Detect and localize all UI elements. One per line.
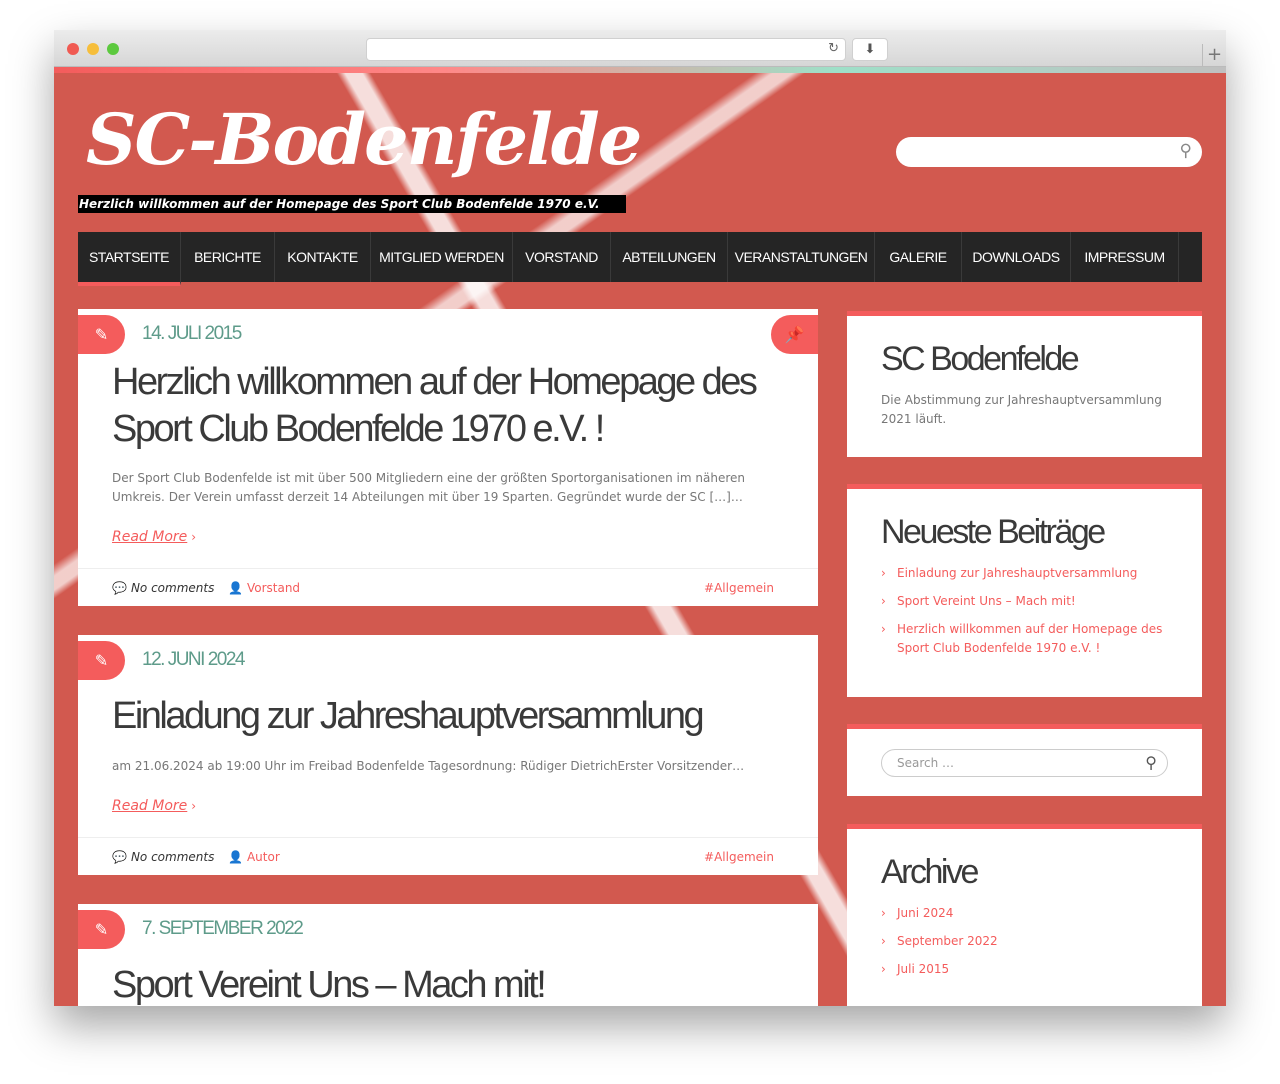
browser-titlebar: ↻ ⬇ + (54, 30, 1226, 67)
post-title[interactable]: Herzlich willkommen auf der Homepage des… (112, 359, 802, 453)
maximize-window-button[interactable] (107, 43, 119, 55)
nav-item-veranstaltungen[interactable]: VERANSTALTUNGEN (728, 232, 875, 282)
post-title[interactable]: Sport Vereint Uns – Mach mit! (112, 962, 802, 1006)
post-date: 14. JULI 2015 (142, 323, 242, 344)
archive-widget: Archive Juni 2024 September 2022 Juli 20… (847, 824, 1202, 1006)
comments-link[interactable]: 💬 No comments (112, 569, 214, 607)
chevron-right-icon: › (191, 799, 197, 813)
nav-item-kontakte[interactable]: KONTAKTE (275, 232, 371, 282)
widget-title: SC Bodenfelde (881, 340, 1080, 378)
widget-text: Die Abstimmung zur Jahreshauptversammlun… (881, 393, 1162, 426)
nav-item-vorstand[interactable]: VORSTAND (513, 232, 611, 282)
pencil-icon: ✎ (78, 910, 125, 949)
post-date: 7. SEPTEMBER 2022 (142, 918, 304, 939)
recent-post-link[interactable]: Einladung zur Jahreshauptversammlung (881, 564, 1168, 583)
archive-link[interactable]: September 2022 (881, 932, 1168, 951)
post-card: ✎ 7. SEPTEMBER 2022 Sport Vereint Uns – … (78, 904, 818, 1006)
about-widget: SC Bodenfelde Die Abstimmung zur Jahresh… (847, 311, 1202, 457)
close-window-button[interactable] (67, 43, 79, 55)
comments-icon: 💬 (112, 581, 127, 595)
category-link[interactable]: #Allgemein (704, 569, 774, 607)
author-label: Autor (246, 850, 280, 864)
nav-item-impressum[interactable]: IMPRESSUM (1071, 232, 1179, 282)
comments-link[interactable]: 💬 No comments (112, 838, 214, 876)
nav-item-abteilungen[interactable]: ABTEILUNGEN (611, 232, 728, 282)
post-date: 12. JUNI 2024 (142, 649, 245, 670)
search-placeholder: Search … (897, 756, 955, 770)
site-logo[interactable]: SC-Bodenfelde (86, 98, 642, 181)
comments-label: No comments (130, 581, 215, 595)
nav-item-berichte[interactable]: BERICHTE (181, 232, 275, 282)
read-more-link[interactable]: Read More › (112, 529, 196, 545)
search-widget: Search … ⚲ (847, 724, 1202, 796)
category-link[interactable]: #Allgemein (704, 838, 774, 876)
nav-item-galerie[interactable]: GALERIE (875, 232, 962, 282)
user-icon: 👤 (228, 850, 243, 864)
archive-link[interactable]: Juli 2015 (881, 960, 1168, 979)
header-search-input[interactable]: ⚲ (896, 137, 1202, 167)
nav-item-downloads[interactable]: DOWNLOADS (962, 232, 1071, 282)
address-bar[interactable]: ↻ (366, 38, 846, 61)
new-tab-button[interactable]: + (1202, 44, 1226, 67)
post-excerpt: am 21.06.2024 ab 19:00 Uhr im Freibad Bo… (112, 759, 745, 773)
recent-post-link[interactable]: Sport Vereint Uns – Mach mit! (881, 592, 1168, 611)
post-meta: 💬 No comments 👤 Vorstand #Allgemein (78, 568, 818, 606)
nav-item-startseite[interactable]: STARTSEITE (78, 232, 181, 286)
archive-link[interactable]: Juni 2024 (881, 904, 1168, 923)
widget-title: Archive (881, 853, 979, 891)
pin-icon: 📌 (771, 315, 818, 354)
author-link[interactable]: 👤 Autor (228, 838, 280, 876)
post-meta: 💬 No comments 👤 Autor #Allgemein (78, 837, 818, 875)
author-link[interactable]: 👤 Vorstand (228, 569, 300, 607)
comments-label: No comments (130, 850, 215, 864)
post-title[interactable]: Einladung zur Jahreshauptversammlung (112, 693, 802, 740)
search-icon[interactable]: ⚲ (1180, 141, 1192, 161)
browser-window: ↻ ⬇ + SC-Bodenfelde Herzlich willkommen … (54, 30, 1226, 1006)
main-nav: STARTSEITE BERICHTE KONTAKTE MITGLIED WE… (78, 232, 1202, 286)
pencil-icon: ✎ (78, 315, 125, 354)
page-content: SC-Bodenfelde Herzlich willkommen auf de… (54, 73, 1226, 1006)
author-label: Vorstand (246, 581, 301, 595)
nav-item-mitglied-werden[interactable]: MITGLIED WERDEN (371, 232, 513, 282)
site-tagline: Herzlich willkommen auf der Homepage des… (78, 195, 626, 213)
recent-post-link[interactable]: Herzlich willkommen auf der Homepage des… (881, 620, 1168, 658)
comments-icon: 💬 (112, 850, 127, 864)
post-excerpt: Der Sport Club Bodenfelde ist mit über 5… (112, 471, 745, 504)
widget-title: Neueste Beiträge (881, 513, 1106, 551)
read-more-label: Read More (112, 529, 188, 545)
pencil-icon: ✎ (78, 641, 125, 680)
download-icon[interactable]: ⬇ (852, 38, 888, 61)
reload-icon[interactable]: ↻ (828, 41, 839, 56)
minimize-window-button[interactable] (87, 43, 99, 55)
post-card: ✎ 12. JUNI 2024 Einladung zur Jahreshaup… (78, 635, 818, 875)
read-more-link[interactable]: Read More › (112, 798, 196, 814)
user-icon: 👤 (228, 581, 243, 595)
post-card: ✎ 📌 14. JULI 2015 Herzlich willkommen au… (78, 309, 818, 606)
recent-posts-widget: Neueste Beiträge Einladung zur Jahreshau… (847, 484, 1202, 697)
read-more-label: Read More (112, 798, 188, 814)
sidebar-search-input[interactable]: Search … ⚲ (881, 749, 1168, 777)
search-icon[interactable]: ⚲ (1145, 750, 1157, 776)
chevron-right-icon: › (191, 530, 197, 544)
